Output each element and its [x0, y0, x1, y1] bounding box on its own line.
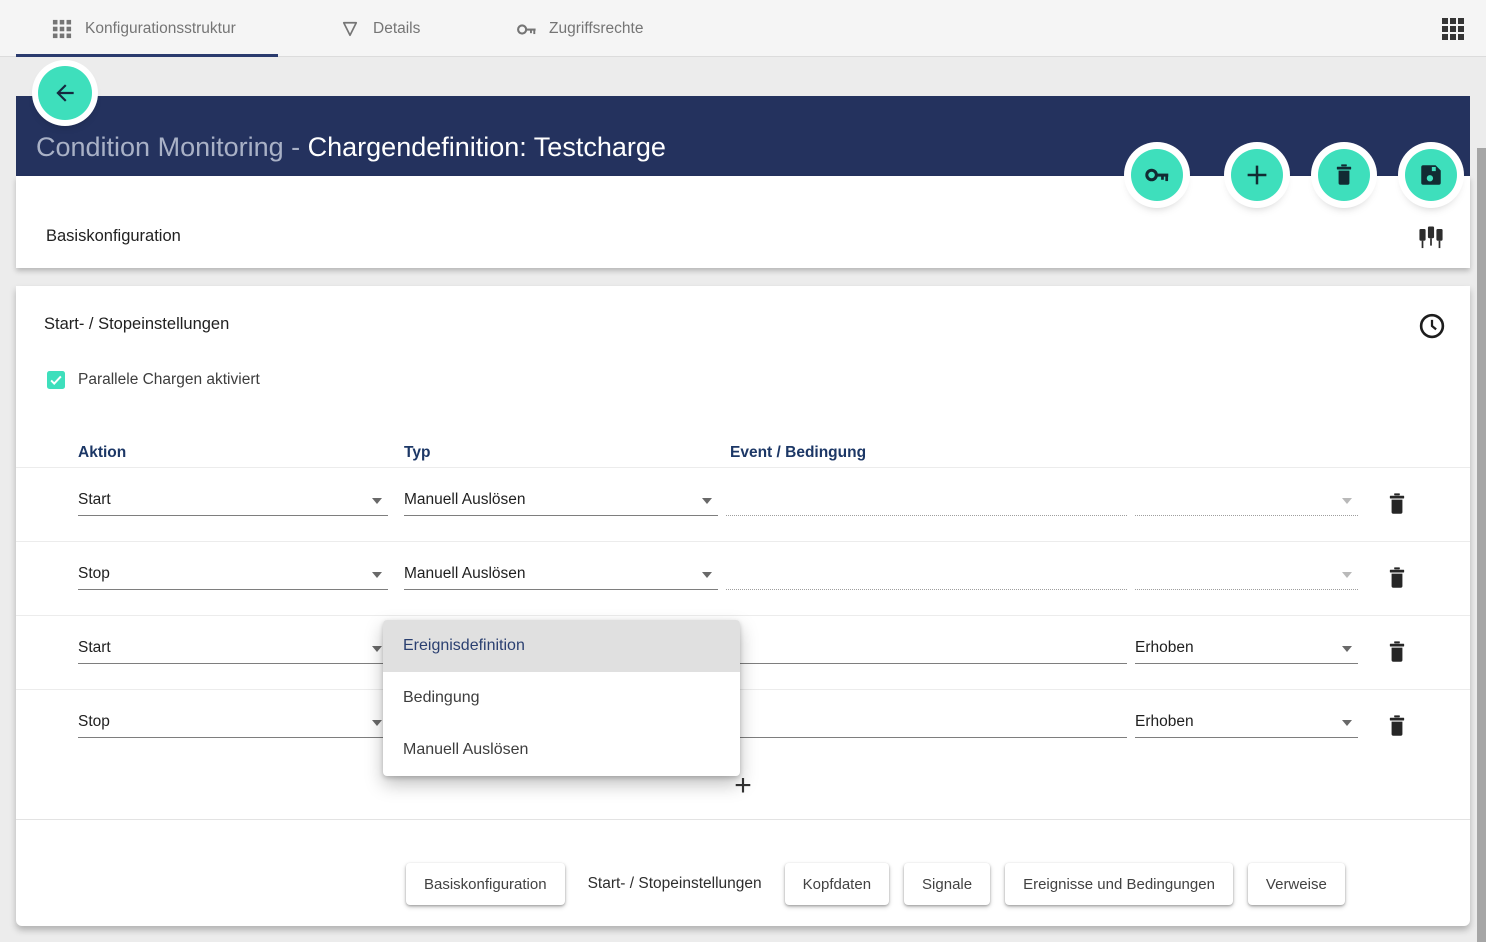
menu-item-bedingung[interactable]: Bedingung: [383, 672, 740, 724]
filter-icon: [340, 19, 360, 39]
typ-dropdown-menu: Ereignisdefinition Bedingung Manuell Aus…: [383, 620, 740, 776]
top-tab-bar: Konfigurationsstruktur Details Zugriffsr…: [0, 0, 1486, 57]
delete-row-button[interactable]: [1384, 565, 1410, 591]
qualifier-select[interactable]: [1135, 559, 1358, 590]
table-header: Aktion Typ Event / Bedingung: [16, 444, 1470, 467]
nav-kopfdaten-button[interactable]: Kopfdaten: [785, 863, 889, 905]
trash-icon: [1384, 639, 1410, 665]
chevron-down-icon: [372, 498, 382, 504]
tab-details[interactable]: Details: [340, 0, 420, 57]
event-select[interactable]: [726, 707, 1127, 738]
bottom-nav: Basiskonfiguration Start- / Stopeinstell…: [16, 819, 1470, 926]
delete-row-button[interactable]: [1384, 491, 1410, 517]
back-button[interactable]: [38, 66, 92, 120]
typ-value: Manuell Auslösen: [404, 565, 526, 582]
arrow-left-icon: [52, 80, 78, 106]
basis-section-title: Basiskonfiguration: [46, 227, 181, 246]
trash-icon: [1331, 162, 1357, 188]
trash-icon: [1384, 713, 1410, 739]
nav-signale-button[interactable]: Signale: [904, 863, 990, 905]
grid-icon: [1442, 18, 1464, 40]
table-row: Stop Erhoben: [16, 689, 1470, 763]
delete-row-button[interactable]: [1384, 713, 1410, 739]
tab-label: Details: [373, 20, 420, 38]
qualifier-select[interactable]: [1135, 485, 1358, 516]
aktion-value: Stop: [78, 713, 110, 730]
delete-button[interactable]: [1318, 149, 1370, 201]
sliders-icon[interactable]: [1416, 221, 1446, 253]
scrollbar-thumb[interactable]: [1477, 148, 1486, 942]
aktion-select[interactable]: Stop: [78, 559, 388, 590]
permissions-button[interactable]: [1131, 149, 1183, 201]
save-button[interactable]: [1405, 149, 1457, 201]
qualifier-select[interactable]: Erhoben: [1135, 707, 1358, 738]
page-title: Condition Monitoring - Chargendefinition…: [36, 132, 666, 163]
qualifier-select[interactable]: Erhoben: [1135, 633, 1358, 664]
app-window: Konfigurationsstruktur Details Zugriffsr…: [0, 0, 1486, 942]
chevron-down-icon: [372, 572, 382, 578]
apps-grid-icon[interactable]: [1442, 18, 1464, 40]
checkbox-label: Parallele Chargen aktiviert: [78, 371, 260, 389]
aktion-value: Start: [78, 639, 111, 656]
qualifier-value: Erhoben: [1135, 639, 1194, 656]
typ-select[interactable]: Manuell Auslösen: [404, 485, 718, 516]
column-header-aktion: Aktion: [78, 444, 126, 462]
checkbox-checked-icon: [47, 371, 65, 389]
qualifier-value: Erhoben: [1135, 713, 1194, 730]
tab-label: Konfigurationsstruktur: [85, 20, 236, 38]
nav-verweise-button[interactable]: Verweise: [1248, 863, 1345, 905]
nav-basiskonfiguration-button[interactable]: Basiskonfiguration: [406, 863, 565, 905]
parallel-charges-checkbox[interactable]: Parallele Chargen aktiviert: [47, 371, 260, 389]
add-row: +: [16, 763, 1470, 823]
aktion-select[interactable]: Start: [78, 485, 388, 516]
key-icon: [516, 19, 536, 39]
aktion-select[interactable]: Stop: [78, 707, 388, 738]
table-row: Stop Manuell Auslösen: [16, 541, 1470, 615]
chevron-down-icon: [702, 572, 712, 578]
chevron-down-icon: [1342, 720, 1352, 726]
tab-zugriffsrechte[interactable]: Zugriffsrechte: [516, 0, 643, 57]
menu-item-manuell-ausloesen[interactable]: Manuell Auslösen: [383, 724, 740, 776]
trash-icon: [1384, 491, 1410, 517]
typ-select[interactable]: Manuell Auslösen: [404, 559, 718, 590]
chevron-down-icon: [372, 720, 382, 726]
clock-icon[interactable]: [1417, 311, 1447, 341]
chevron-down-icon: [1342, 646, 1352, 652]
chevron-down-icon: [372, 646, 382, 652]
tab-konfigurationsstruktur[interactable]: Konfigurationsstruktur: [16, 0, 278, 57]
menu-item-ereignisdefinition[interactable]: Ereignisdefinition: [383, 620, 740, 672]
settings-section-card: Start- / Stopeinstellungen Parallele Cha…: [16, 286, 1470, 926]
page-title-main: Chargendefinition: Testcharge: [308, 132, 666, 162]
chevron-down-icon: [1342, 498, 1352, 504]
grid-icon: [52, 19, 72, 39]
aktion-select[interactable]: Start: [78, 633, 388, 664]
delete-row-button[interactable]: [1384, 639, 1410, 665]
tab-label: Zugriffsrechte: [549, 20, 643, 38]
table-row: Start Erhoben: [16, 615, 1470, 689]
settings-section-title: Start- / Stopeinstellungen: [44, 315, 229, 334]
aktion-value: Stop: [78, 565, 110, 582]
table-row: Start Manuell Auslösen: [16, 467, 1470, 541]
key-icon: [1144, 162, 1170, 188]
save-icon: [1418, 162, 1444, 188]
chevron-down-icon: [702, 498, 712, 504]
plus-icon: [1242, 160, 1272, 190]
page-title-prefix: Condition Monitoring -: [36, 132, 308, 162]
trash-icon: [1384, 565, 1410, 591]
column-header-event: Event / Bedingung: [730, 444, 866, 462]
nav-ereignisse-button[interactable]: Ereignisse und Bedingungen: [1005, 863, 1233, 905]
event-select[interactable]: [726, 633, 1127, 664]
bottom-nav-items: Basiskonfiguration Start- / Stopeinstell…: [406, 863, 1345, 905]
column-header-typ: Typ: [404, 444, 430, 462]
table-body: Start Manuell Auslösen Stop Manuell Ausl…: [16, 467, 1470, 823]
aktion-value: Start: [78, 491, 111, 508]
nav-current-section-label: Start- / Stopeinstellungen: [580, 875, 770, 893]
typ-value: Manuell Auslösen: [404, 491, 526, 508]
event-input[interactable]: [726, 485, 1127, 516]
chevron-down-icon: [1342, 572, 1352, 578]
event-input[interactable]: [726, 559, 1127, 590]
add-button[interactable]: [1231, 149, 1283, 201]
